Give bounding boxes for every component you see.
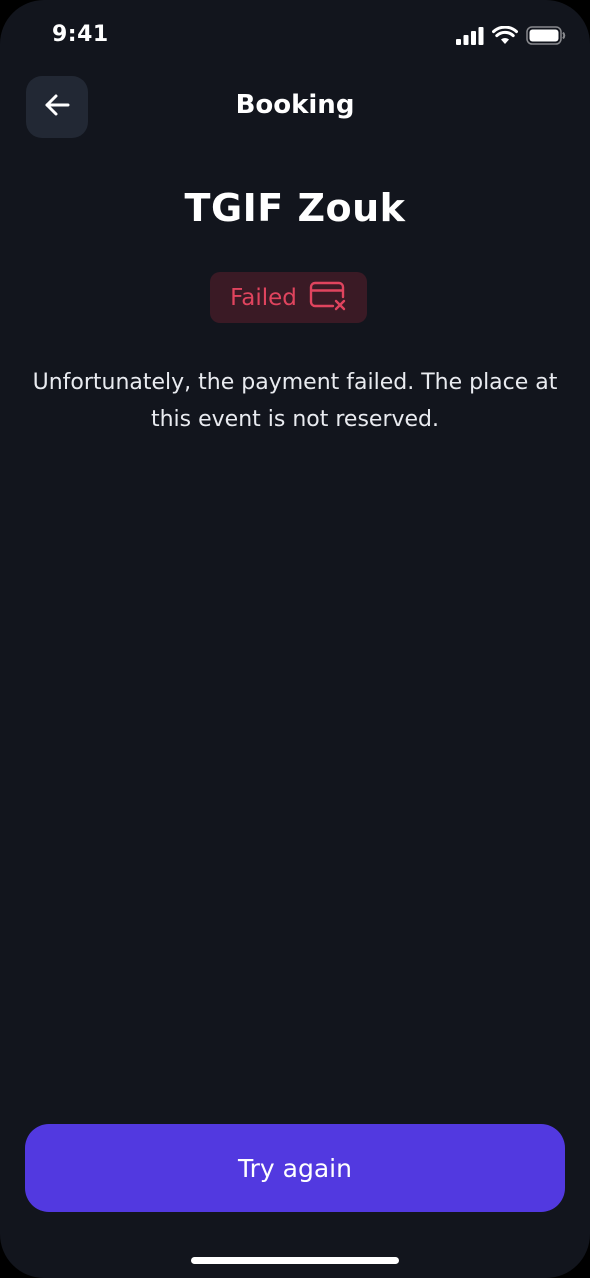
try-again-button[interactable]: Try again	[25, 1124, 565, 1212]
page-title: Booking	[235, 90, 355, 120]
payment-failed-message: Unfortunately, the payment failed. The p…	[32, 370, 558, 432]
status-time: 9:41	[52, 22, 109, 47]
status-badge-label: Failed	[230, 284, 297, 311]
cellular-signal-icon	[456, 26, 484, 45]
status-bar: 9:41	[0, 0, 590, 72]
event-title: TGIF Zouk	[184, 186, 406, 230]
wifi-icon	[492, 26, 518, 45]
home-indicator[interactable]	[191, 1257, 399, 1264]
booking-screen: 9:41 Booking TGIF Zouk Failed Unfortunat…	[0, 0, 590, 1278]
status-icons	[456, 26, 566, 45]
battery-icon	[526, 26, 566, 45]
card-failed-icon	[309, 281, 347, 315]
status-badge: Failed	[210, 272, 367, 323]
